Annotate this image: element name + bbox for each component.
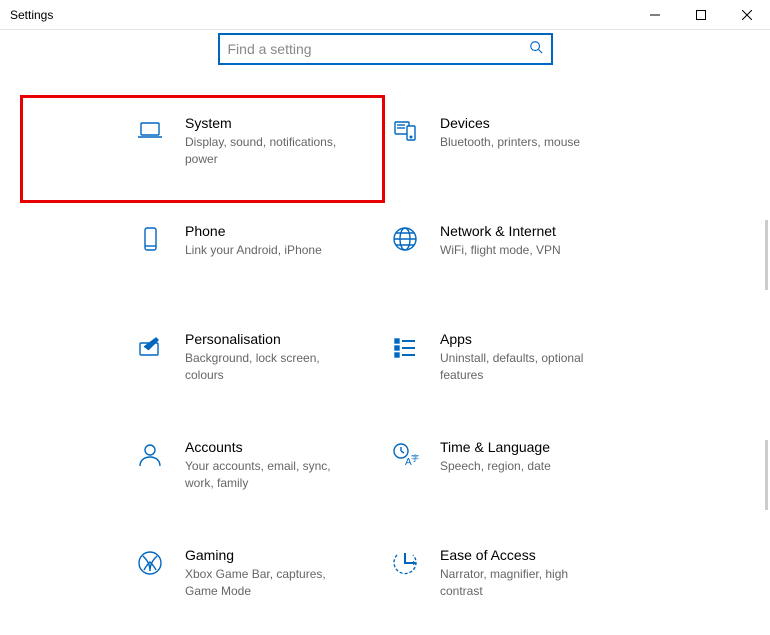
tile-title: Phone [185,223,370,239]
phone-icon [130,223,170,291]
window-title: Settings [0,8,53,22]
tile-desc: Your accounts, email, sync, work, family [185,458,355,492]
tile-desc: Speech, region, date [440,458,610,475]
tile-personalisation[interactable]: Personalisation Background, lock screen,… [20,311,385,419]
search-box[interactable] [218,33,553,65]
tile-title: System [185,115,370,131]
tile-phone[interactable]: Phone Link your Android, iPhone [20,203,385,311]
close-button[interactable] [724,0,770,30]
tile-gaming[interactable]: Gaming Xbox Game Bar, captures, Game Mod… [20,527,385,635]
search-container [0,30,770,95]
ease-of-access-icon [385,547,425,615]
person-icon [130,439,170,507]
tile-ease-of-access[interactable]: Ease of Access Narrator, magnifier, high… [385,527,750,635]
svg-text:字: 字 [411,453,419,463]
tile-title: Apps [440,331,735,347]
titlebar: Settings [0,0,770,30]
tile-title: Personalisation [185,331,370,347]
tile-title: Network & Internet [440,223,735,239]
globe-icon [385,223,425,291]
scrollbar[interactable] [765,440,768,510]
xbox-icon [130,547,170,615]
laptop-icon [130,115,170,183]
search-icon [529,40,543,59]
tile-desc: Link your Android, iPhone [185,242,355,259]
tile-time-language[interactable]: A字 Time & Language Speech, region, date [385,419,750,527]
devices-icon [385,115,425,183]
paintbrush-icon [130,331,170,399]
time-language-icon: A字 [385,439,425,507]
tile-desc: Background, lock screen, colours [185,350,355,384]
tile-desc: Display, sound, notifications, power [185,134,355,168]
window-controls [632,0,770,30]
content-area: System Display, sound, notifications, po… [0,30,770,635]
tile-accounts[interactable]: Accounts Your accounts, email, sync, wor… [20,419,385,527]
search-input[interactable] [228,41,529,57]
tile-network[interactable]: Network & Internet WiFi, flight mode, VP… [385,203,750,311]
minimize-button[interactable] [632,0,678,30]
tile-title: Time & Language [440,439,735,455]
maximize-button[interactable] [678,0,724,30]
tile-title: Accounts [185,439,370,455]
tile-desc: Xbox Game Bar, captures, Game Mode [185,566,355,600]
settings-grid: System Display, sound, notifications, po… [0,95,770,635]
scrollbar[interactable] [765,220,768,290]
tile-desc: Uninstall, defaults, optional features [440,350,610,384]
tile-system[interactable]: System Display, sound, notifications, po… [20,95,385,203]
tile-desc: WiFi, flight mode, VPN [440,242,610,259]
tile-title: Gaming [185,547,370,563]
tile-desc: Narrator, magnifier, high contrast [440,566,610,600]
tile-devices[interactable]: Devices Bluetooth, printers, mouse [385,95,750,203]
apps-list-icon [385,331,425,399]
tile-apps[interactable]: Apps Uninstall, defaults, optional featu… [385,311,750,419]
tile-title: Ease of Access [440,547,735,563]
tile-title: Devices [440,115,735,131]
tile-desc: Bluetooth, printers, mouse [440,134,610,151]
